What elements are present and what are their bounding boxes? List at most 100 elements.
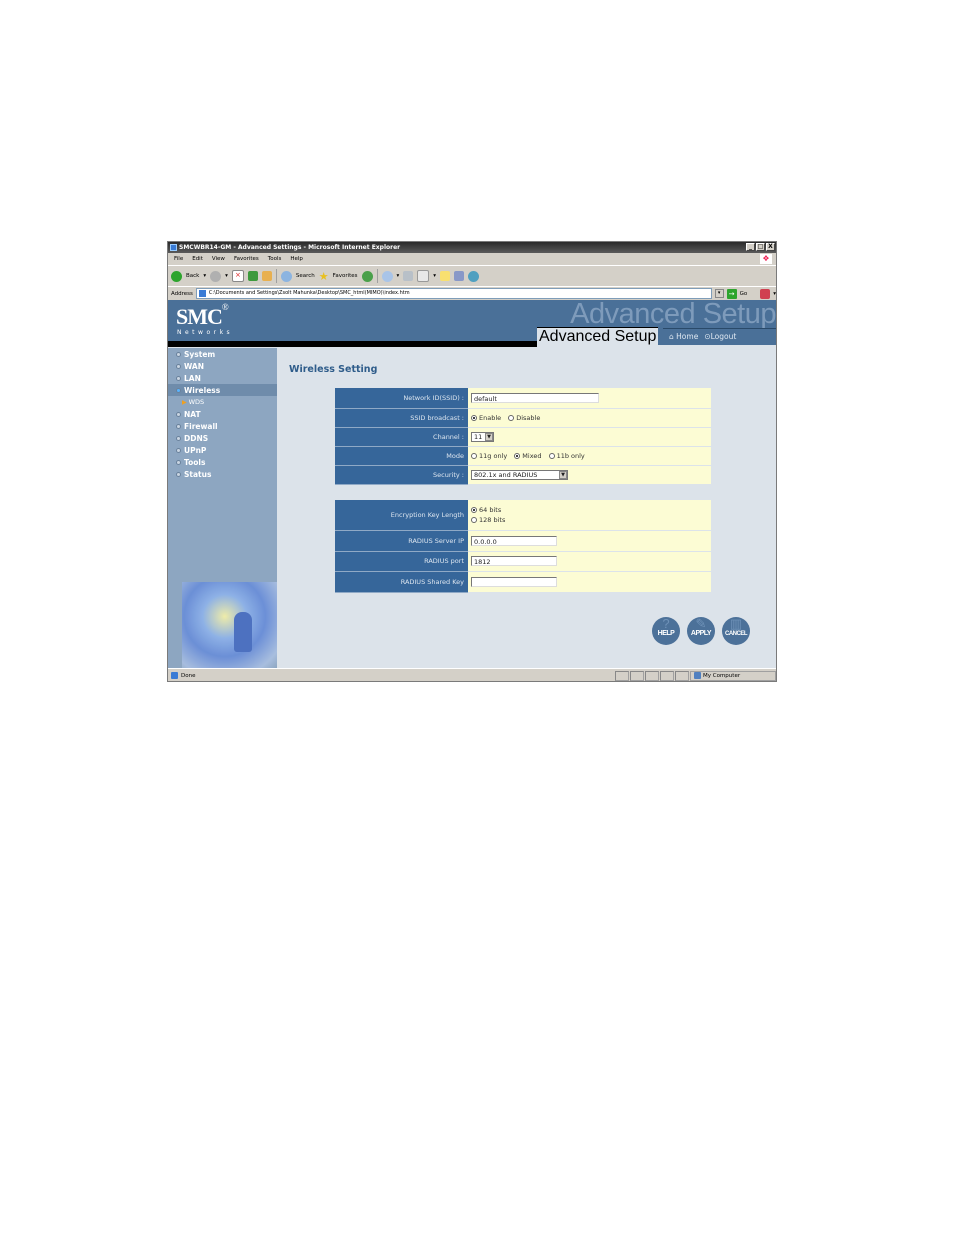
header-divider [168, 341, 537, 347]
trash-icon: ▥ [729, 617, 743, 631]
menu-favorites[interactable]: Favorites [234, 256, 259, 262]
apply-button[interactable]: ✎ APPLY [687, 617, 715, 645]
ssid-input[interactable]: default [471, 392, 599, 403]
sidebar-item-status[interactable]: Status [168, 468, 277, 480]
channel-select[interactable]: 11 ▼ [471, 431, 494, 442]
title-bar: SMCWBR14-GM - Advanced Settings - Micros… [168, 242, 776, 253]
address-dropdown-icon[interactable]: ▾ [714, 289, 724, 298]
radius-port-input[interactable]: 1812 [471, 556, 557, 566]
mode-11g-radio[interactable] [471, 452, 477, 459]
menu-bar: File Edit View Favorites Tools Help ❖ [168, 253, 776, 266]
edit-icon[interactable] [417, 270, 430, 282]
address-value: C:\Documents and Settings\Zsolt Mahunka\… [208, 290, 410, 296]
sidebar-item-ddns[interactable]: DDNS [168, 432, 277, 444]
table-row: RADIUS Server IP 0.0.0.0 [335, 530, 711, 552]
smc-logo: SMC® [176, 302, 229, 330]
home-link[interactable]: ⌂ Home [669, 332, 698, 341]
apply-label: APPLY [690, 630, 712, 637]
table-row: Security : 802.1x and RADIUS ▼ [335, 465, 711, 485]
sidebar-item-system[interactable]: System [168, 348, 277, 360]
search-button[interactable]: Search [296, 273, 315, 279]
page-icon [198, 290, 206, 297]
close-button[interactable]: X [766, 243, 775, 251]
sidebar-item-wireless[interactable]: Wireless [168, 384, 277, 396]
links-icon[interactable] [760, 288, 771, 299]
menu-help[interactable]: Help [290, 256, 303, 262]
sidebar-item-label: System [184, 349, 216, 359]
help-button[interactable]: ? HELP [652, 617, 680, 645]
history-icon[interactable] [361, 270, 373, 282]
ssid-label: Network ID(SSID) : [335, 388, 468, 409]
mode-11b-radio[interactable] [548, 452, 555, 459]
menu-edit[interactable]: Edit [192, 256, 203, 262]
toolbar: Back ▾ ▾ × Search ★ Favorites ▾ ▾ [168, 266, 776, 287]
broadcast-enable-radio[interactable] [471, 414, 477, 421]
mode-mixed-radio[interactable] [514, 452, 521, 459]
radius-ip-input[interactable]: 0.0.0.0 [471, 535, 557, 546]
minimize-button[interactable]: _ [746, 243, 755, 251]
sidebar-photo [182, 582, 277, 668]
banner-title: Advanced Setup [537, 327, 659, 345]
menu-view[interactable]: View [212, 256, 225, 262]
sidebar-item-wan[interactable]: WAN [168, 360, 277, 372]
security-select[interactable]: 802.1x and RADIUS ▼ [471, 469, 568, 480]
refresh-icon[interactable] [247, 271, 258, 281]
browser-window: SMCWBR14-GM - Advanced Settings - Micros… [167, 241, 777, 682]
registered-mark: ® [221, 302, 229, 312]
menu-tools[interactable]: Tools [268, 256, 282, 262]
home-icon[interactable] [261, 271, 272, 281]
print-icon[interactable] [403, 271, 414, 281]
bullet-icon [176, 423, 181, 429]
go-arrow-icon[interactable]: → [726, 288, 737, 299]
sidebar-item-label: Firewall [184, 421, 218, 431]
sidebar-item-nat[interactable]: NAT [168, 408, 277, 420]
radius-key-input[interactable] [471, 576, 557, 587]
chevron-down-icon: ▼ [485, 432, 493, 441]
key-64-radio[interactable] [471, 506, 477, 513]
messenger-icon[interactable] [468, 270, 480, 282]
menu-file[interactable]: File [174, 256, 183, 262]
sidebar-item-firewall[interactable]: Firewall [168, 420, 277, 432]
research-icon[interactable] [454, 271, 465, 281]
broadcast-disable-label: Disable [516, 413, 541, 422]
sidebar-item-label: Tools [184, 457, 206, 467]
page-content: Advanced Setup SMC® Networks Advanced Se… [168, 298, 776, 668]
security-label: Security : [335, 465, 468, 485]
edit-dropdown-icon[interactable]: ▾ [433, 273, 436, 279]
back-button[interactable]: Back [186, 273, 199, 279]
favorites-star-icon[interactable]: ★ [319, 270, 329, 283]
links-dropdown-icon[interactable]: ▾ [773, 291, 776, 297]
mode-label: Mode [335, 446, 468, 466]
sidebar-subitem-wds[interactable]: ▶ WDS [168, 396, 277, 408]
cancel-button[interactable]: ▥ CANCEL [722, 617, 750, 645]
bullet-icon [176, 387, 181, 393]
sidebar-item-tools[interactable]: Tools [168, 456, 277, 468]
notes-icon[interactable] [440, 271, 451, 281]
back-dropdown-icon[interactable]: ▾ [203, 273, 206, 279]
logout-link[interactable]: ⊙Logout [704, 332, 736, 341]
mail-dropdown-icon[interactable]: ▾ [397, 273, 400, 279]
search-icon[interactable] [280, 270, 292, 282]
sidebar-item-lan[interactable]: LAN [168, 372, 277, 384]
bullet-icon [176, 351, 181, 357]
broadcast-disable-radio[interactable] [508, 414, 515, 421]
forward-dropdown-icon[interactable]: ▾ [225, 273, 228, 279]
mail-icon[interactable] [381, 270, 393, 282]
back-icon[interactable] [171, 270, 182, 282]
table-row: Mode 11g only Mixed 11b only [335, 446, 711, 466]
sidebar-item-label: UPnP [184, 445, 207, 455]
sidebar-item-upnp[interactable]: UPnP [168, 444, 277, 456]
person-figure [234, 612, 252, 652]
favorites-button[interactable]: Favorites [333, 273, 358, 279]
key-128-radio[interactable] [471, 516, 477, 523]
mode-11g-label: 11g only [479, 451, 508, 460]
stop-icon[interactable]: × [231, 270, 244, 282]
maximize-button[interactable]: □ [756, 243, 765, 251]
toolbar-separator [376, 269, 378, 283]
go-button[interactable]: Go [740, 291, 748, 297]
status-cell [660, 670, 674, 681]
sidebar-item-label: LAN [184, 373, 201, 383]
radius-ip-label: RADIUS Server IP [335, 530, 468, 552]
computer-icon [694, 672, 701, 679]
forward-icon[interactable] [210, 270, 222, 282]
